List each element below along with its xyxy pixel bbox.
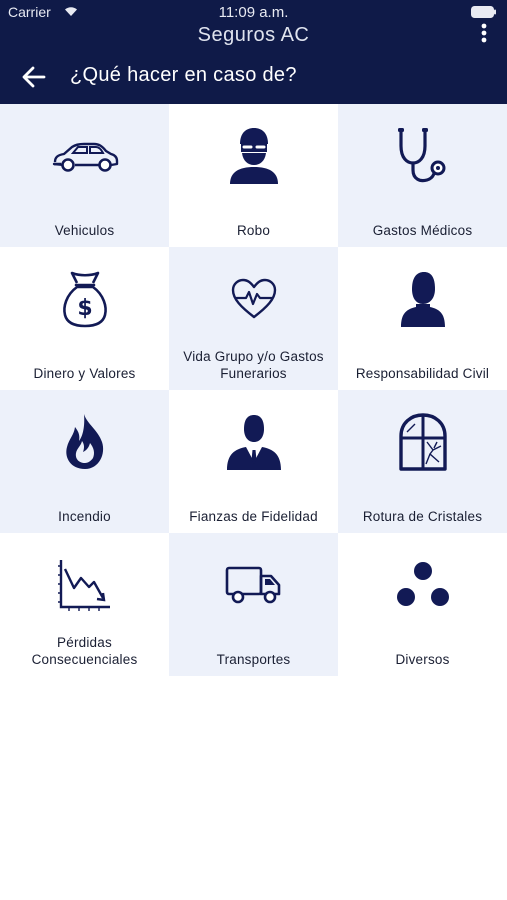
- tile-incendio[interactable]: Incendio: [0, 390, 169, 533]
- chart-down-icon: [0, 553, 169, 617]
- status-time: 11:09 a.m.: [218, 4, 289, 21]
- back-arrow-icon[interactable]: [20, 63, 50, 91]
- tile-dinero-y-valores[interactable]: $ Dinero y Valores: [0, 247, 169, 390]
- truck-icon: [169, 553, 338, 617]
- heartbeat-icon: [169, 267, 338, 331]
- tile-transportes[interactable]: Transportes: [169, 533, 338, 676]
- tile-label: Dinero y Valores: [33, 366, 136, 381]
- tile-diversos[interactable]: Diversos: [338, 533, 507, 676]
- tile-label: Transportes: [216, 652, 291, 667]
- nav-bar: ¿Qué hacer en caso de?: [0, 50, 507, 104]
- tile-robo[interactable]: Robo: [169, 104, 338, 247]
- stethoscope-icon: [338, 124, 507, 188]
- person-icon: [338, 267, 507, 331]
- tile-label: Rotura de Cristales: [362, 509, 483, 524]
- tile-label: Vida Grupo y/o Gastos Funerarios: [183, 349, 324, 381]
- tile-gastos-medicos[interactable]: Gastos Médicos: [338, 104, 507, 247]
- page-title: ¿Qué hacer en caso de?: [70, 64, 297, 86]
- dots-icon: [338, 553, 507, 617]
- tile-label: Incendio: [58, 509, 111, 524]
- thief-icon: [169, 124, 338, 188]
- tile-label: Gastos Médicos: [372, 223, 473, 238]
- tile-label: Fianzas de Fidelidad: [189, 509, 318, 524]
- tile-vida-grupo[interactable]: Vida Grupo y/o Gastos Funerarios: [169, 247, 338, 390]
- category-grid: Vehiculos Robo Gastos Médicos $ Dinero y…: [0, 104, 507, 676]
- battery-icon: [471, 6, 497, 18]
- tile-label: Pérdidas Consecuenciales: [31, 635, 138, 667]
- broken-window-icon: [338, 410, 507, 474]
- tile-label: Robo: [236, 223, 271, 238]
- businessman-icon: [169, 410, 338, 474]
- tile-responsabilidad-civil[interactable]: Responsabilidad Civil: [338, 247, 507, 390]
- tile-label: Vehiculos: [54, 223, 115, 238]
- tile-label: Diversos: [395, 652, 450, 667]
- app-title: Seguros AC: [197, 24, 310, 46]
- app-title-bar: Seguros AC: [0, 22, 507, 50]
- tile-label: Responsabilidad Civil: [355, 366, 490, 381]
- tile-fianzas-de-fidelidad[interactable]: Fianzas de Fidelidad: [169, 390, 338, 533]
- car-icon: [0, 124, 169, 188]
- tile-perdidas-consecuenciales[interactable]: Pérdidas Consecuenciales: [0, 533, 169, 676]
- tile-vehiculos[interactable]: Vehiculos: [0, 104, 169, 247]
- fire-icon: [0, 410, 169, 474]
- status-bar: Carrier 11:09 a.m.: [0, 0, 507, 24]
- more-options-icon[interactable]: [481, 22, 487, 44]
- money-bag-icon: $: [0, 267, 169, 331]
- svg-text:$: $: [77, 296, 92, 321]
- tile-rotura-de-cristales[interactable]: Rotura de Cristales: [338, 390, 507, 533]
